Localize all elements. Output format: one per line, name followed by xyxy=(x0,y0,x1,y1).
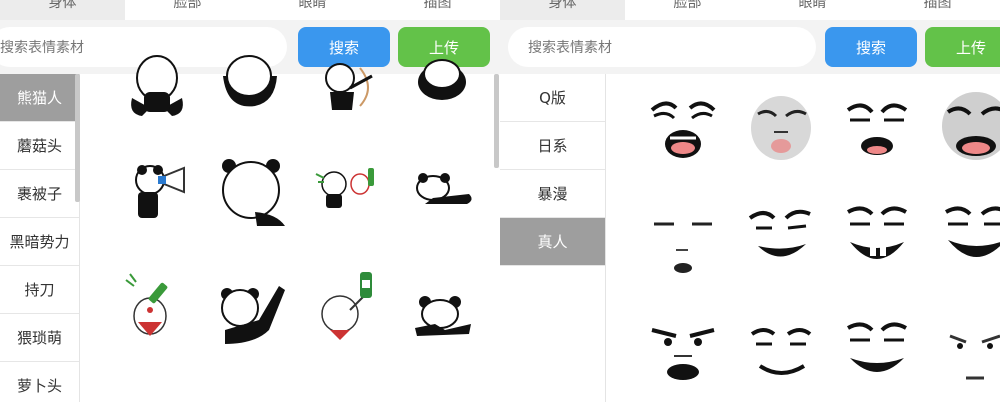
sidebar: Q版 日系 暴漫 真人 xyxy=(500,74,606,402)
panda-sticker[interactable] xyxy=(310,48,384,122)
sidebar-item-mushroom[interactable]: 蘑菇头 xyxy=(0,122,79,170)
left-panel: 身体 脸部 眼睛 插图 搜索表情素材 搜索 上传 熊猫人 蘑菇头 裹被子 黑暗势… xyxy=(0,0,500,402)
tab-body[interactable]: 身体 xyxy=(500,0,625,20)
face-sticker[interactable] xyxy=(646,88,720,162)
tab-illustration[interactable]: 插图 xyxy=(375,0,500,20)
sidebar: 熊猫人 蘑菇头 裹被子 黑暗势力 持刀 猥琐萌 萝卜头 xyxy=(0,74,80,402)
right-panel: 身体 脸部 眼睛 插图 搜索表情素材 搜索 上传 Q版 日系 暴漫 真人 xyxy=(500,0,1000,402)
face-sticker[interactable] xyxy=(840,88,914,162)
face-sticker[interactable] xyxy=(936,316,1000,390)
tab-face[interactable]: 脸部 xyxy=(125,0,250,20)
sidebar-item-knife[interactable]: 持刀 xyxy=(0,266,79,314)
panda-sticker[interactable] xyxy=(405,284,479,358)
panda-sticker[interactable] xyxy=(310,154,384,228)
panda-sticker[interactable] xyxy=(215,154,289,228)
panda-sticker[interactable] xyxy=(405,48,479,122)
tab-face[interactable]: 脸部 xyxy=(625,0,750,20)
search-placeholder: 搜索表情素材 xyxy=(0,40,84,56)
face-sticker[interactable] xyxy=(840,196,914,270)
face-sticker[interactable] xyxy=(744,88,818,162)
panda-sticker[interactable] xyxy=(120,154,194,228)
face-sticker[interactable] xyxy=(936,88,1000,162)
content-scrollbar[interactable] xyxy=(494,74,499,168)
panda-sticker[interactable] xyxy=(120,270,194,344)
sidebar-item-radish-head[interactable]: 萝卜头 xyxy=(0,362,79,402)
face-sticker[interactable] xyxy=(936,196,1000,270)
category-tabs: 身体 脸部 眼睛 插图 xyxy=(500,0,1000,20)
panda-sticker[interactable] xyxy=(310,270,384,344)
panda-sticker[interactable] xyxy=(405,154,479,228)
panda-sticker[interactable] xyxy=(215,48,289,122)
face-sticker[interactable] xyxy=(646,316,720,390)
face-sticker[interactable] xyxy=(744,196,818,270)
sidebar-item-quilt[interactable]: 裹被子 xyxy=(0,170,79,218)
sidebar-item-real-person[interactable]: 真人 xyxy=(500,218,605,266)
search-bar: 搜索表情素材 搜索 上传 xyxy=(500,20,1000,74)
search-button[interactable]: 搜索 xyxy=(825,27,917,67)
panda-sticker[interactable] xyxy=(215,280,289,354)
category-tabs: 身体 脸部 眼睛 插图 xyxy=(0,0,500,20)
face-sticker[interactable] xyxy=(646,204,720,278)
sticker-grid xyxy=(80,55,500,402)
sidebar-item-panda[interactable]: 熊猫人 xyxy=(0,74,79,122)
tab-body[interactable]: 身体 xyxy=(0,0,125,20)
face-grid xyxy=(606,74,1000,402)
sidebar-item-creepy-cute[interactable]: 猥琐萌 xyxy=(0,314,79,362)
sidebar-item-japanese[interactable]: 日系 xyxy=(500,122,605,170)
sidebar-item-q-version[interactable]: Q版 xyxy=(500,74,605,122)
search-placeholder: 搜索表情素材 xyxy=(528,40,612,56)
panda-sticker[interactable] xyxy=(120,48,194,122)
tab-eyes[interactable]: 眼睛 xyxy=(250,0,375,20)
sidebar-item-dark-force[interactable]: 黑暗势力 xyxy=(0,218,79,266)
sidebar-item-rage-comic[interactable]: 暴漫 xyxy=(500,170,605,218)
face-sticker[interactable] xyxy=(744,316,818,390)
search-input[interactable]: 搜索表情素材 xyxy=(508,27,816,67)
tab-eyes[interactable]: 眼睛 xyxy=(750,0,875,20)
tab-illustration[interactable]: 插图 xyxy=(875,0,1000,20)
upload-button[interactable]: 上传 xyxy=(925,27,1000,67)
face-sticker[interactable] xyxy=(840,316,914,390)
